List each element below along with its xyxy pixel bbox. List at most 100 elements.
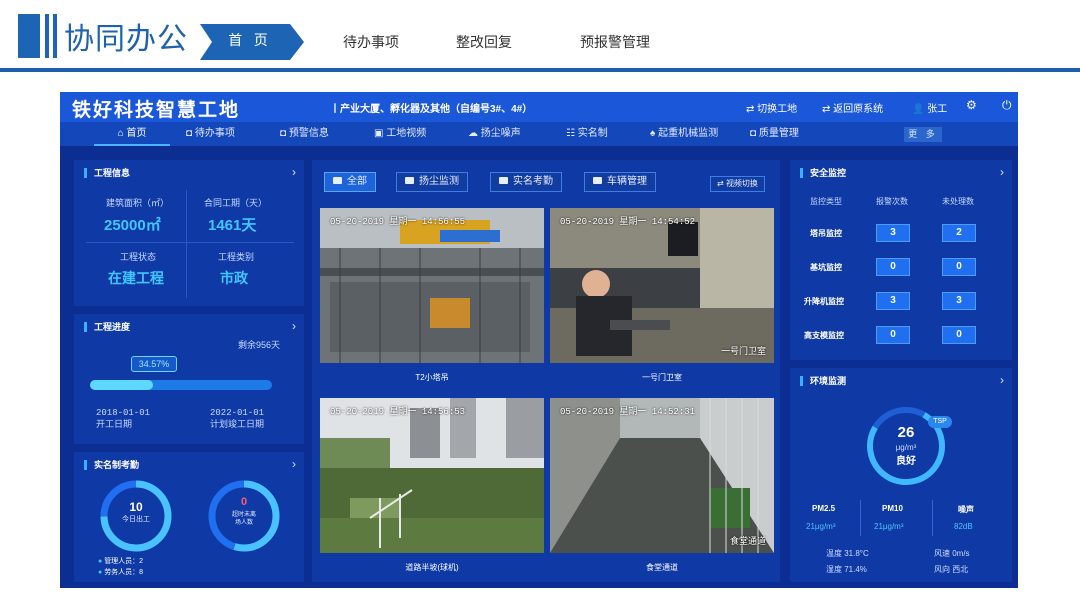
- alarm-count[interactable]: 3: [876, 224, 910, 242]
- dnav-realname[interactable]: ☷ 实名制: [566, 122, 608, 146]
- dashboard-topbar: 铁好科技智慧工地 丨产业大厦、孵化器及其他（自编号3#、4#） ⇄ 切换工地 ⇄…: [60, 92, 1018, 122]
- nav-home-button[interactable]: 首 页: [200, 24, 304, 60]
- dnav-quality[interactable]: ◘ 质量管理: [750, 122, 799, 146]
- pm10-label: PM10: [882, 504, 903, 513]
- video-panel: 全部 扬尘监测 实名考勤 车辆管理 ⇄ 视频切换 05-20-2019 星期一 …: [312, 160, 780, 582]
- video-feed-canteen[interactable]: 05-20-2019 星期一 14:52:31 食堂通道: [550, 398, 774, 553]
- today-label: 今日出工: [122, 516, 150, 523]
- tab-all[interactable]: 全部: [324, 172, 376, 192]
- switch-site-button[interactable]: ⇄ 切换工地: [746, 100, 797, 115]
- switch-view-button[interactable]: ⇄ 视频切换: [710, 176, 765, 192]
- tsp-status: 良好: [896, 456, 916, 467]
- humidity: 湿度 71.4%: [826, 565, 867, 574]
- camera-icon: [499, 177, 508, 184]
- unhandled-count[interactable]: 2: [942, 224, 976, 242]
- info-divider-vertical: [186, 190, 187, 298]
- env-divider: [932, 500, 933, 536]
- road-slope-image: [320, 398, 544, 553]
- project-info-title: 工程信息: [84, 168, 130, 178]
- guard-room-image: [550, 208, 774, 363]
- start-label: 开工日期: [96, 419, 133, 429]
- return-system-button[interactable]: ⇄ 返回原系统: [822, 100, 883, 115]
- dot-icon: ●: [98, 558, 103, 565]
- overtime-label-2: 场人数: [234, 520, 253, 526]
- pm10-value: 21μg/m³: [874, 522, 904, 531]
- alarm-count[interactable]: 0: [876, 258, 910, 276]
- remaining-days: 剩余956天: [238, 340, 281, 350]
- progress-tooltip: 34.57%: [131, 356, 177, 372]
- shield-icon: ◘: [280, 128, 287, 139]
- power-icon[interactable]: ⏻: [1002, 98, 1012, 113]
- shield-icon: ◘: [186, 128, 193, 139]
- user-menu[interactable]: 👤 张工: [912, 100, 947, 115]
- project-info-panel: 工程信息 › 建筑面积（㎡） 25000㎡ 合同工期（天） 1461天 工程状态…: [74, 160, 304, 306]
- category-value: 市政: [220, 270, 248, 286]
- video-icon: ▣: [374, 128, 384, 139]
- video-feed-tower-crane[interactable]: 05-20-2019 星期一 14:56:55: [320, 208, 544, 363]
- managers-count: ● 管理人员：2: [98, 558, 144, 565]
- period-value: 1461天: [208, 217, 257, 234]
- attendance-panel: 实名制考勤 › 10 今日出工 0 超时未离 场人数 ● 管理人员：2 ● 劳务…: [74, 452, 304, 582]
- tab-attendance[interactable]: 实名考勤: [490, 172, 562, 192]
- status-value: 在建工程: [108, 270, 164, 286]
- camera-icon: [593, 177, 602, 184]
- feed-caption: T2小塔吊: [415, 373, 449, 382]
- tab-dust[interactable]: 扬尘监测: [396, 172, 468, 192]
- feed-timestamp: 05-20-2019 星期一 14:52:31: [560, 407, 696, 417]
- alarm-count[interactable]: 3: [876, 292, 910, 310]
- dashboard-title: 铁好科技智慧工地: [72, 100, 241, 121]
- wind-direction: 风向 西北: [934, 565, 969, 574]
- chevron-right-icon[interactable]: ›: [1000, 373, 1004, 387]
- progress-bar-fill: [90, 380, 153, 390]
- video-feed-road-slope[interactable]: 05-20-2019 星期一 14:56:53: [320, 398, 544, 553]
- alarm-count[interactable]: 0: [876, 326, 910, 344]
- category-label: 工程类别: [218, 252, 255, 262]
- period-label: 合同工期（天）: [204, 198, 268, 208]
- group-icon: ☷: [566, 128, 575, 139]
- video-feed-guard-room[interactable]: 05-20-2019 星期一 14:54:52 一号门卫室: [550, 208, 774, 363]
- feed-caption: 食堂通道: [646, 563, 678, 572]
- shield-icon: ◘: [750, 128, 757, 139]
- dashboard-screenshot: 铁好科技智慧工地 丨产业大厦、孵化器及其他（自编号3#、4#） ⇄ 切换工地 ⇄…: [60, 92, 1018, 588]
- tab-vehicle[interactable]: 车辆管理: [584, 172, 656, 192]
- overtime-value: 0: [240, 496, 248, 508]
- dnav-dust[interactable]: ☁ 扬尘噪声: [468, 122, 521, 146]
- slide-header: 协同办公 首 页 待办事项 整改回复 预报警管理: [0, 0, 1080, 74]
- nav-todo[interactable]: 待办事项: [343, 32, 399, 52]
- chevron-right-icon[interactable]: ›: [292, 165, 296, 179]
- swap-icon: ⇄: [746, 104, 758, 115]
- nav-rectification[interactable]: 整改回复: [456, 32, 512, 52]
- dnav-warning[interactable]: ◘ 预警信息: [280, 122, 329, 146]
- env-divider: [860, 500, 861, 536]
- chevron-right-icon[interactable]: ›: [292, 457, 296, 471]
- today-value: 10: [129, 500, 143, 514]
- dnav-crane[interactable]: ♠ 起重机械监测: [650, 122, 718, 146]
- nav-warning[interactable]: 预报警管理: [580, 32, 650, 52]
- progress-title: 工程进度: [84, 322, 130, 332]
- more-button[interactable]: 更 多: [904, 127, 942, 142]
- pm25-value: 21μg/m³: [806, 522, 836, 531]
- cloud-icon: ☁: [468, 128, 478, 139]
- unhandled-count[interactable]: 3: [942, 292, 976, 310]
- unhandled-count[interactable]: 0: [942, 326, 976, 344]
- swap-icon: ⇄: [717, 179, 726, 188]
- attendance-title: 实名制考勤: [84, 460, 139, 470]
- dnav-home[interactable]: ⌂ 首页: [94, 122, 170, 146]
- feed-timestamp: 05-20-2019 星期一 14:56:55: [330, 217, 466, 227]
- header-divider: [0, 68, 1080, 72]
- gear-icon[interactable]: ⚙: [966, 98, 977, 112]
- feed-timestamp: 05-20-2019 星期一 14:54:52: [560, 217, 696, 227]
- dnav-todo[interactable]: ◘ 待办事项: [186, 122, 235, 146]
- feed-caption: 一号门卫室: [642, 373, 682, 382]
- end-label: 计划竣工日期: [210, 419, 265, 429]
- chevron-right-icon[interactable]: ›: [1000, 165, 1004, 179]
- tsp-unit: μg/m³: [895, 443, 917, 452]
- environment-title: 环境监测: [800, 376, 846, 386]
- chevron-right-icon[interactable]: ›: [292, 319, 296, 333]
- dashboard-subtitle: 丨产业大厦、孵化器及其他（自编号3#、4#）: [330, 104, 533, 115]
- environment-panel: 环境监测 › TSP 26 μg/m³ 良好 PM2.5 21μg/m³ PM1…: [790, 368, 1012, 582]
- area-value: 25000㎡: [104, 217, 161, 234]
- monitor-type: 塔吊监控: [810, 229, 842, 238]
- unhandled-count[interactable]: 0: [942, 258, 976, 276]
- dnav-video[interactable]: ▣ 工地视频: [374, 122, 426, 146]
